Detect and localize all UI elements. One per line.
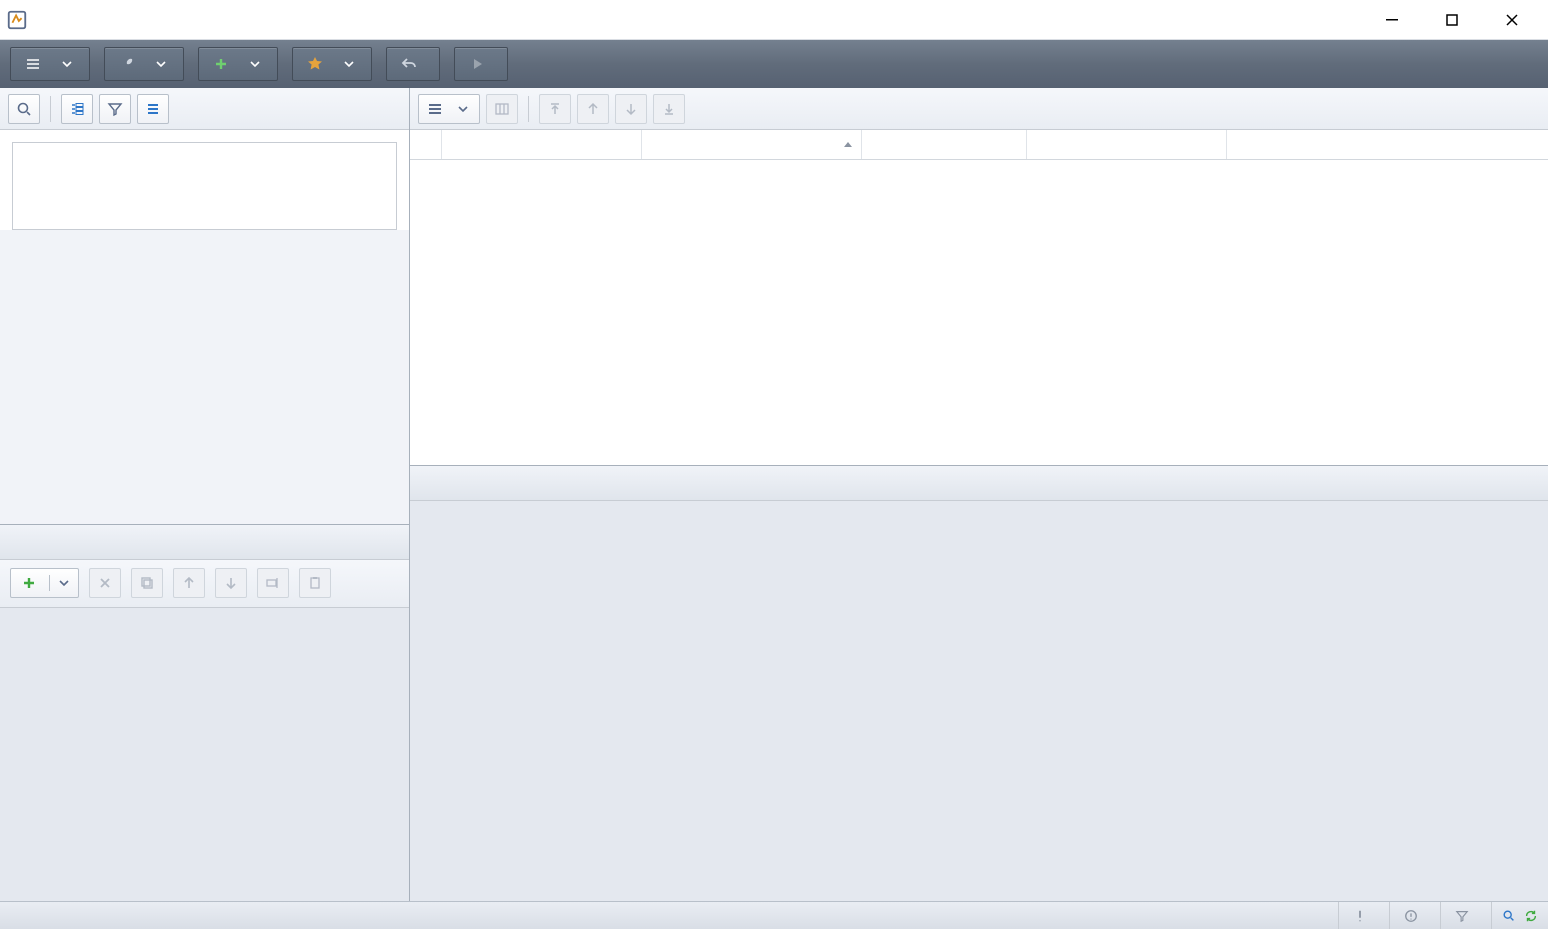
delete-action-button[interactable] (89, 568, 121, 598)
undo-icon (401, 56, 417, 72)
status-excluded[interactable] (1440, 902, 1491, 929)
filter-box[interactable] (12, 142, 397, 230)
warning-icon (1353, 909, 1367, 923)
status-spacer (28, 902, 1338, 929)
status-profile (0, 902, 28, 929)
column-new-name[interactable] (642, 130, 862, 159)
maximize-button[interactable] (1422, 4, 1482, 36)
status-warnings[interactable] (1338, 902, 1389, 929)
list-mode-button[interactable] (418, 94, 480, 124)
app-icon (6, 9, 28, 31)
column-new-path[interactable] (1027, 130, 1227, 159)
separator (50, 96, 51, 122)
add-action-button[interactable] (10, 568, 79, 598)
columns-button[interactable] (486, 94, 518, 124)
actions-list[interactable] (0, 608, 409, 902)
move-top-button[interactable] (539, 94, 571, 124)
chevron-down-icon (247, 56, 263, 72)
chevron-down-icon (153, 56, 169, 72)
grid-header-row (410, 130, 1548, 160)
filter-icon (1455, 909, 1469, 923)
chevron-down-icon (49, 575, 72, 591)
profiles-button[interactable] (292, 47, 372, 81)
refresh-icon (1524, 909, 1538, 923)
list-icon (427, 101, 443, 117)
right-column (410, 88, 1548, 901)
apply-button[interactable] (454, 47, 508, 81)
grid-checkbox-column[interactable] (410, 130, 442, 159)
left-column (0, 88, 410, 901)
titlebar (0, 0, 1548, 40)
list-view-button[interactable] (137, 94, 169, 124)
add-button[interactable] (198, 47, 278, 81)
wrench-icon (119, 56, 135, 72)
chevron-down-icon (59, 56, 75, 72)
search-button[interactable] (8, 94, 40, 124)
column-current-path[interactable] (862, 130, 1027, 159)
hamburger-icon (25, 56, 41, 72)
filter-box-wrap (0, 130, 409, 230)
move-up-button[interactable] (577, 94, 609, 124)
window-controls (1362, 4, 1542, 36)
action-settings-body (410, 501, 1548, 901)
menubar (0, 40, 1548, 88)
star-icon (307, 56, 323, 72)
move-up-button[interactable] (173, 568, 205, 598)
chevron-down-icon (455, 101, 471, 117)
plus-icon (21, 575, 37, 591)
tree-button[interactable] (61, 94, 93, 124)
action-settings-section (410, 465, 1548, 901)
move-bottom-button[interactable] (653, 94, 685, 124)
sort-asc-icon (843, 140, 853, 150)
statusbar (0, 901, 1548, 929)
restore-button[interactable] (386, 47, 440, 81)
separator (528, 96, 529, 122)
close-button[interactable] (1482, 4, 1542, 36)
paste-action-button[interactable] (299, 568, 331, 598)
filter-button[interactable] (99, 94, 131, 124)
actions-toolbar (0, 560, 409, 608)
chevron-down-icon (341, 56, 357, 72)
minimize-button[interactable] (1362, 4, 1422, 36)
menu-button[interactable] (10, 47, 90, 81)
file-grid[interactable] (410, 160, 1548, 465)
status-conflicts[interactable] (1389, 902, 1440, 929)
rename-action-button[interactable] (257, 568, 289, 598)
column-current-name[interactable] (442, 130, 642, 159)
filter-toolbar (0, 88, 409, 130)
conflict-icon (1404, 909, 1418, 923)
actions-header (0, 524, 409, 560)
search-icon (1502, 909, 1516, 923)
copy-action-button[interactable] (131, 568, 163, 598)
action-settings-header (410, 465, 1548, 501)
play-icon (469, 56, 485, 72)
tools-button[interactable] (104, 47, 184, 81)
move-down-button[interactable] (215, 568, 247, 598)
status-refresh[interactable] (1491, 902, 1548, 929)
list-toolbar (410, 88, 1548, 130)
move-down-button[interactable] (615, 94, 647, 124)
plus-icon (213, 56, 229, 72)
folder-tree[interactable] (0, 230, 409, 524)
